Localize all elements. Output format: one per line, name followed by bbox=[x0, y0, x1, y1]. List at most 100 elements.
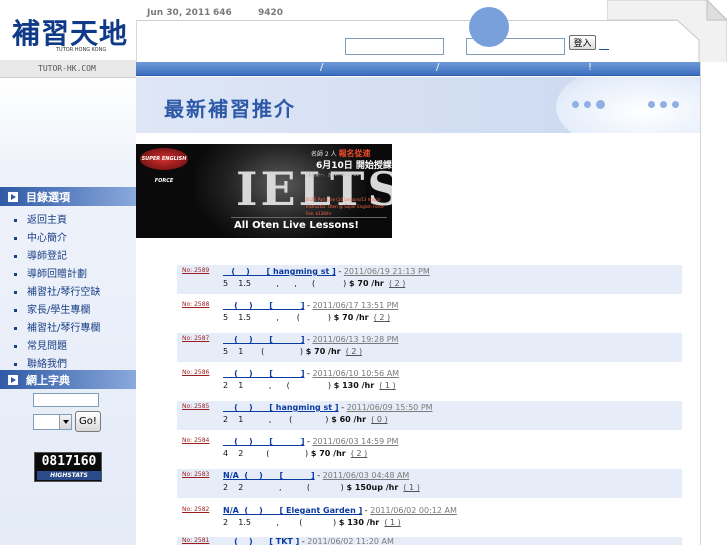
listing-detail: 5 1.5 , , ( ) bbox=[223, 279, 347, 288]
listing-detail: 2 1 , ( ) bbox=[223, 381, 331, 390]
listing-fee: $ 130 /hr bbox=[336, 518, 380, 527]
dictionary-search-input[interactable] bbox=[33, 393, 99, 407]
main-nav-bar: / / ! bbox=[136, 62, 700, 76]
listing-row: No: 2581 ( ) [ TKT ] - 2011/06/02 11:20 … bbox=[177, 537, 682, 545]
decor-dot bbox=[660, 101, 667, 108]
logo-chinese-text: 補習天地 bbox=[12, 17, 129, 50]
sidebar-item-faq[interactable]: 常見問題 bbox=[14, 337, 67, 352]
sidebar-item-label: 聯絡我們 bbox=[27, 359, 67, 370]
site-url-bar: TUTOR-HK.COM bbox=[0, 60, 136, 78]
nav-separator: / bbox=[436, 62, 440, 73]
ad-detail-c: Instructor: Oten @ Super English Force bbox=[306, 204, 384, 209]
online-count: 646 bbox=[213, 8, 232, 18]
dictionary-heading: 網上字典 bbox=[0, 370, 136, 389]
listing-fee: $ 70 /hr bbox=[330, 313, 369, 322]
listing-detail: 4 2 ( ) bbox=[223, 449, 309, 458]
listing-number-link[interactable]: No: 2587 bbox=[182, 335, 209, 342]
sidebar-item-label: 家長/學生專欄 bbox=[27, 305, 91, 316]
listing-applicant-count: ( 0 ) bbox=[371, 415, 388, 424]
sidebar-item-tutor-register[interactable]: 導師登記 bbox=[14, 247, 67, 262]
listing-timestamp: 2011/06/02 00:12 AM bbox=[370, 506, 457, 515]
listing-title-link[interactable]: ( ) [ hangming st ] bbox=[223, 267, 335, 276]
ielts-ad-banner[interactable]: SUPER ENGLISH FORCE IELTS 名師 2 人 報名從速 6月… bbox=[136, 144, 392, 238]
site-url: TUTOR-HK.COM bbox=[38, 64, 96, 73]
listing-fee: $ 150up /hr bbox=[343, 483, 399, 492]
sidebar-item-label: 補習社/琴行專欄 bbox=[27, 323, 101, 334]
listing-timestamp: 2011/06/02 11:20 AM bbox=[307, 537, 394, 545]
listing-number-link[interactable]: No: 2588 bbox=[182, 301, 209, 308]
listing-detail: 2 1 , ( ) bbox=[223, 415, 329, 424]
listing-timestamp: 2011/06/17 13:51 PM bbox=[312, 301, 399, 310]
ad-start-date: 6月10日 開始授課 bbox=[316, 161, 392, 171]
decor-dot bbox=[572, 101, 579, 108]
sidebar-item-about[interactable]: 中心簡介 bbox=[14, 229, 67, 244]
sidebar-item-tutor-rebate[interactable]: 導師回贈計劃 bbox=[14, 265, 87, 280]
listing-timestamp: 2011/06/09 15:50 PM bbox=[346, 403, 433, 412]
arrow-right-icon bbox=[8, 375, 18, 385]
listing-applicant-count: ( 2 ) bbox=[373, 313, 391, 322]
ad-divider bbox=[231, 217, 387, 218]
listing-timestamp: 2011/06/03 14:59 PM bbox=[312, 437, 399, 446]
menu-heading-label: 目錄選項 bbox=[26, 191, 70, 204]
bullet-icon bbox=[14, 344, 17, 348]
nav-separator: / bbox=[320, 62, 324, 73]
section-banner: 最新補習推介 bbox=[136, 77, 700, 133]
username-input[interactable] bbox=[345, 38, 444, 55]
logo-english-text: TUTOR HONG KONG bbox=[56, 47, 107, 53]
sidebar-item-home[interactable]: 返回主頁 bbox=[14, 211, 67, 226]
decor-dot bbox=[648, 101, 655, 108]
listing-number-link[interactable]: No: 2582 bbox=[182, 506, 209, 513]
listing-detail: 2 2 , ( ) bbox=[223, 483, 344, 492]
listing-title-link[interactable]: ( ) [ hangming st ] bbox=[223, 403, 338, 412]
sidebar-item-label: 中心簡介 bbox=[27, 233, 67, 244]
listing-timestamp: 2011/06/13 19:28 PM bbox=[312, 335, 399, 344]
listing-number-link[interactable]: No: 2589 bbox=[182, 267, 209, 274]
listing-timestamp: 2011/06/03 04:48 AM bbox=[322, 471, 410, 480]
dictionary-type-select[interactable] bbox=[33, 414, 72, 430]
bullet-icon bbox=[14, 272, 17, 276]
login-button[interactable]: 登入 bbox=[569, 35, 596, 50]
ad-top-note-b: 報名從速 bbox=[338, 149, 371, 158]
listing-title-link[interactable]: ( ) [ ] bbox=[223, 335, 304, 344]
login-link[interactable] bbox=[599, 40, 609, 50]
ad-top-note-a: 名師 2 人 bbox=[311, 151, 337, 158]
page-title: 最新補習推介 bbox=[164, 97, 296, 121]
listing-title-link[interactable]: ( ) [ TKT ] bbox=[223, 537, 299, 545]
listing-title-link[interactable]: ( ) [ ] bbox=[223, 369, 304, 378]
counter-caption: HIGHSTATS bbox=[37, 471, 101, 480]
listing-number-link[interactable]: No: 2581 bbox=[182, 537, 209, 544]
listing-title-link[interactable]: ( ) [ ] bbox=[223, 301, 304, 310]
sidebar-item-centres[interactable]: 補習社/琴行專欄 bbox=[14, 319, 100, 334]
listing-row: No: 2584 ( ) [ ] - 2011/06/03 14:59 PM 4… bbox=[182, 437, 399, 458]
menu-heading: 目錄選項 bbox=[0, 187, 136, 206]
decor-dot bbox=[584, 101, 591, 108]
listing-number-link[interactable]: No: 2584 bbox=[182, 437, 209, 444]
dictionary-heading-label: 網上字典 bbox=[26, 374, 70, 387]
ad-detail-d: Fee: $128/hr bbox=[306, 211, 332, 216]
visitor-counter[interactable]: 0817160 HIGHSTATS bbox=[34, 452, 102, 482]
member-count: 9420 bbox=[258, 8, 284, 18]
ad-footer: All Oten Live Lessons! bbox=[234, 220, 359, 231]
chevron-down-icon bbox=[59, 415, 71, 429]
counter-value: 0817160 bbox=[41, 454, 97, 469]
dictionary-go-button[interactable]: Go! bbox=[75, 411, 101, 432]
bullet-icon bbox=[14, 218, 17, 222]
sidebar-item-parents[interactable]: 家長/學生專欄 bbox=[14, 301, 90, 316]
listing-number-link[interactable]: No: 2583 bbox=[182, 471, 209, 478]
bullet-icon bbox=[14, 236, 17, 240]
listing-title-link[interactable]: ( ) [ ] bbox=[223, 437, 304, 446]
decor-dot bbox=[596, 100, 605, 109]
sidebar-item-label: 導師登記 bbox=[27, 251, 67, 262]
sidebar-item-label: 補習社/琴行空缺 bbox=[27, 287, 101, 298]
listing-number-link[interactable]: No: 2586 bbox=[182, 369, 209, 376]
listing-applicant-count: ( 2 ) bbox=[388, 279, 406, 288]
decor-dot bbox=[672, 101, 679, 108]
listing-number-link[interactable]: No: 2585 bbox=[182, 403, 209, 410]
listing-title-link[interactable]: N/A ( ) [ Elegant Garden ] bbox=[223, 506, 362, 515]
sidebar-item-contact[interactable]: 聯絡我們 bbox=[14, 355, 67, 370]
listing-title-link[interactable]: N/A ( ) [ ] bbox=[223, 471, 315, 480]
listing-row: No: 2585 ( ) [ hangming st ] - 2011/06/0… bbox=[177, 401, 682, 430]
sidebar-item-label: 返回主頁 bbox=[27, 215, 67, 226]
listing-applicant-count: ( 1 ) bbox=[384, 518, 401, 527]
sidebar-item-vacancies[interactable]: 補習社/琴行空缺 bbox=[14, 283, 100, 298]
